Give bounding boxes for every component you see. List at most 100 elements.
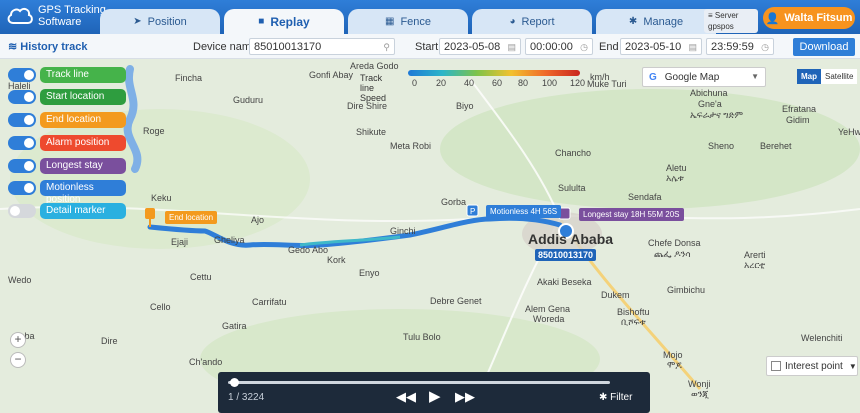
gear-icon: ✱ [628,16,638,27]
rewind-button[interactable]: ◀◀ [396,389,416,405]
map-source-select[interactable]: G Google Map ▼ [642,67,766,87]
speed-legend-title: Track line Speed [360,73,387,103]
toggle-switch[interactable] [8,68,36,82]
legend-tick: 120 [570,78,586,88]
menu-icon: ≡ [708,11,713,20]
place-label: Gedo Abo [288,245,329,255]
tab-replay[interactable]: ■ Replay [224,9,344,34]
layer-label: Track line [40,67,126,83]
filter-button[interactable]: ✱ Filter [599,392,632,403]
tab-report[interactable]: ◕ Report [472,9,592,34]
server-label: Server [714,11,739,20]
toggle-switch[interactable] [8,90,36,104]
layer-toggle-alarm-position[interactable]: Alarm position [8,135,126,151]
place-label: Ejaji [171,237,189,247]
place-label: Cettu [190,272,212,282]
history-track-text: History track [20,41,88,53]
layer-label: End location [40,112,126,128]
server-value: gpspos [708,22,734,31]
replay-progress-bar[interactable] [228,378,610,387]
end-location-pin[interactable] [145,208,155,219]
layer-toggle-end-location[interactable]: End location [8,112,126,128]
clock-icon: ◷ [761,42,769,52]
tab-fence[interactable]: ▦ Fence [348,9,468,34]
place-label: Ch'ando [189,357,223,367]
zoom-in-button[interactable]: + [10,332,26,348]
layer-label: Start location [40,89,126,105]
tab-position-label: Position [147,15,187,28]
tab-manage[interactable]: ✱ Manage [596,9,716,34]
end-time-value: 23:59:59 [711,41,754,53]
start-date-input[interactable]: 2023-05-08 ▤ [439,38,521,55]
place-label: አሌቱ [666,173,684,183]
interest-point-toggle[interactable]: Interest point ▼ [766,356,858,376]
device-id-label[interactable]: 85010013170 [535,249,597,261]
place-label: Guduru [233,95,264,105]
fence-icon: ▦ [384,16,395,27]
fast-forward-button[interactable]: ▶▶ [455,389,475,405]
start-time-value: 00:00:00 [530,41,573,53]
cloud-icon [7,7,33,24]
map-canvas[interactable]: P Fincha Gonfi Abay Areda Godo Muke Turi… [0,59,860,413]
layers-icon: ≋ [8,41,18,53]
toggle-switch[interactable] [8,204,36,218]
place-label: Meta Robi [390,141,432,151]
map-type-switch: Map Satellite [797,69,858,84]
search-icon[interactable]: ⚲ [383,40,390,54]
place-label: Arerti [744,250,766,260]
user-name: Walta Fitsum [784,12,853,24]
place-label: ሞጆ [667,360,682,370]
place-label: Roge [143,126,165,136]
app-logo[interactable]: GPS Tracking Software [6,4,106,28]
interest-point-label: Interest point [785,360,843,372]
end-time-input[interactable]: 23:59:59 ◷ [706,38,774,55]
replay-counter: 1 / 3224 [228,392,265,403]
layer-toggle-start-location[interactable]: Start location [8,89,126,105]
toggle-switch[interactable] [8,181,36,195]
checkbox[interactable] [771,361,781,371]
server-selector[interactable]: ≡ Server gpspos [704,9,758,33]
place-label: Welenchiti [801,333,843,343]
place-label: Dukem [601,290,630,300]
place-label: Aletu [666,163,687,173]
place-label: Ginchi [390,226,416,236]
map-type-map[interactable]: Map [797,69,821,84]
motionless-label[interactable]: Motionless 4H 56S [486,205,562,218]
toggle-switch[interactable] [8,159,36,173]
device-name-input[interactable]: 85010013170 ⚲ [249,38,395,55]
layer-toggle-detail-marker[interactable]: Detail marker [8,203,126,219]
place-label: Enyo [359,268,380,278]
legend-tick: 100 [542,78,558,88]
app-title-line1: GPS Tracking [38,4,106,16]
toggle-switch[interactable] [8,113,36,127]
history-toolbar: ≋ History track Device name 85010013170 … [0,34,860,59]
download-button[interactable]: Download [793,38,855,56]
toggle-switch[interactable] [8,136,36,150]
layer-toggle-longest-stay[interactable]: Longest stay [8,158,126,174]
play-button[interactable]: ▶ [429,387,441,405]
legend-unit: km/h [590,72,610,82]
end-location-label[interactable]: End location [165,211,218,224]
longest-stay-label[interactable]: Longest stay 18H 55M 20S [579,208,684,221]
place-label: Gidim [786,115,810,125]
place-label: Gorba [441,197,467,207]
user-menu-button[interactable]: 👤 Walta Fitsum [763,7,855,29]
zoom-out-button[interactable]: − [10,352,26,368]
tab-position[interactable]: ➤ Position [100,9,220,34]
place-label: Debre Genet [430,296,482,306]
map-type-satellite[interactable]: Satellite [821,69,858,84]
end-date-input[interactable]: 2023-05-10 ▤ [620,38,702,55]
place-label: Chefe Donsa [648,238,701,248]
start-date-value: 2023-05-08 [444,41,501,53]
progress-handle[interactable] [229,378,239,387]
layer-toggle-motionless-position[interactable]: Motionless position [8,180,126,205]
place-label: Berehet [760,141,792,151]
start-time-input[interactable]: 00:00:00 ◷ [525,38,593,55]
report-icon: ◕ [509,16,516,27]
tab-fence-label: Fence [400,15,432,28]
layer-toggle-track-line[interactable]: Track line [8,67,126,83]
place-label: ቢሾፍቱ [621,317,646,327]
clock-icon: ◷ [580,42,588,52]
place-label: Fincha [175,73,203,83]
legend-tick: 0 [412,78,418,88]
